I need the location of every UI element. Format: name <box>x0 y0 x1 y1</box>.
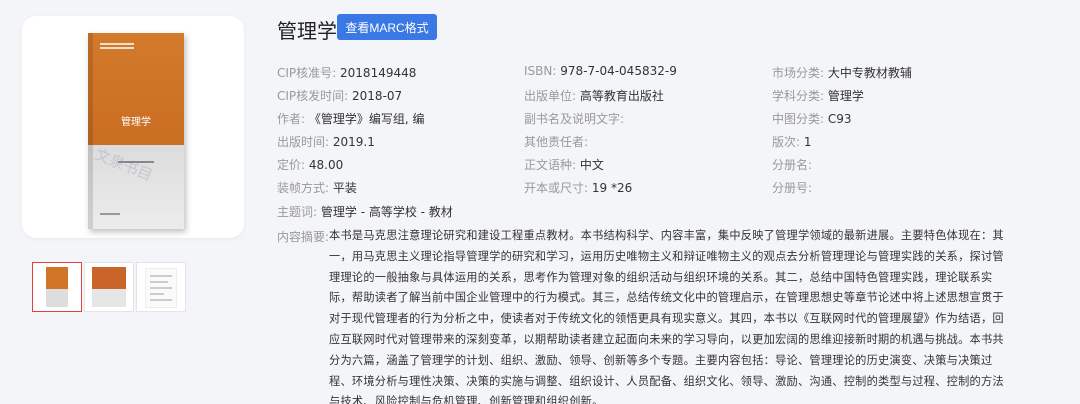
field-clc: 中图分类: C93 <box>772 112 852 126</box>
book-title: 管理学 <box>277 19 337 43</box>
field-market: 市场分类: 大中专教材教辅 <box>772 66 912 80</box>
abstract-label: 内容摘要: <box>277 230 330 244</box>
cover-image-panel: 管理学 文泉书目 <box>22 16 244 238</box>
book-cover-image: 管理学 <box>88 33 184 229</box>
field-cip-no: CIP核准号: 2018149448 <box>277 66 417 80</box>
field-subject-class: 学科分类: 管理学 <box>772 89 864 103</box>
field-other-resp: 其他责任者: <box>524 135 589 149</box>
thumbnail-copyright-page[interactable] <box>136 262 186 312</box>
field-cip-time: CIP核发时间: 2018-07 <box>277 89 403 103</box>
field-publisher: 出版单位: 高等教育出版社 <box>524 89 664 103</box>
cover-title: 管理学 <box>121 117 151 128</box>
abstract-text: 本书是马克思注意理论研究和建设工程重点教材。本书结构科学、内容丰富，集中反映了管… <box>329 229 1004 404</box>
field-parallel-title: 副书名及说明文字: <box>524 112 625 126</box>
field-format: 开本或尺寸: 19 *26 <box>524 181 633 195</box>
field-edition: 版次: 1 <box>772 135 812 149</box>
field-author: 作者: 《管理学》编写组, 编 <box>277 112 425 126</box>
field-volume-name: 分册名: <box>772 158 813 172</box>
field-binding: 装帧方式: 平装 <box>277 181 357 195</box>
field-subject-terms: 主题词: 管理学 - 高等学校 - 教材 <box>277 205 453 219</box>
thumbnail-cover-alt[interactable] <box>84 262 134 312</box>
thumbnail-cover-front[interactable] <box>32 262 82 312</box>
field-volume-no: 分册号: <box>772 181 813 195</box>
view-marc-button[interactable]: 查看MARC格式 <box>337 14 437 40</box>
field-language: 正文语种: 中文 <box>524 158 604 172</box>
field-price: 定价: 48.00 <box>277 158 344 172</box>
field-isbn: ISBN: 978-7-04-045832-9 <box>524 64 677 78</box>
field-pub-time: 出版时间: 2019.1 <box>277 135 375 149</box>
